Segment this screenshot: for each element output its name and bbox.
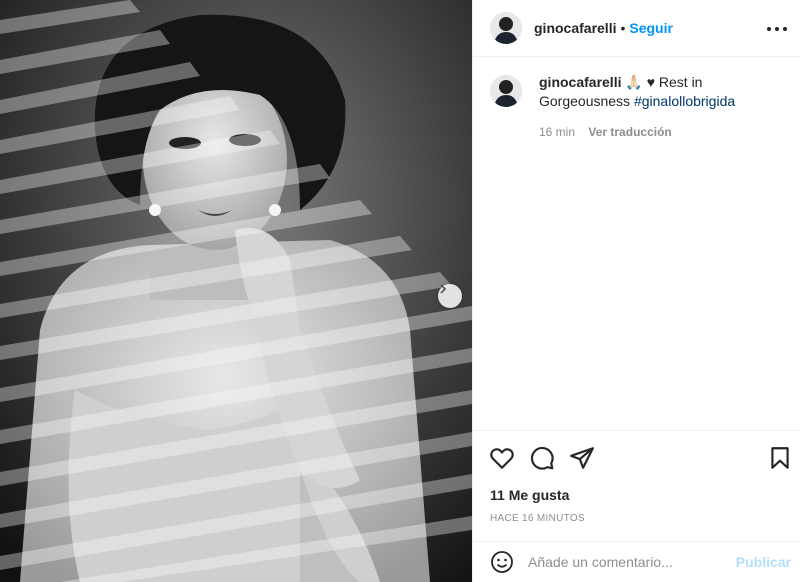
avatar-image [490,75,522,107]
chevron-right-icon [440,284,447,294]
comment-bar: Publicar [473,541,800,582]
share-icon[interactable] [569,445,595,471]
heart-icon[interactable] [489,445,515,471]
avatar[interactable] [490,12,522,44]
caption-age: 16 min [539,125,576,139]
post-header: ginocafarelli • Seguir [473,0,800,57]
post-actions [473,430,800,480]
comment-icon[interactable] [529,445,555,471]
follow-button[interactable]: Seguir [629,20,673,36]
likes-count[interactable]: 11 Me gusta [490,487,569,503]
post-photo[interactable] [0,0,472,582]
caption-hashtag[interactable]: #ginalollobrigida [634,93,735,109]
heart-emoji: ♥ [646,74,655,90]
caption-meta: 16 min Ver traducción [539,123,790,142]
publish-button[interactable]: Publicar [736,554,791,570]
emoji-icon[interactable] [490,550,514,574]
caption-username[interactable]: ginocafarelli [539,74,621,90]
post-side-panel: ginocafarelli • Seguir ginocafarelli 🙏🏻 … [472,0,800,582]
praying-hands-emoji: 🙏🏻 [625,74,643,90]
post-caption: ginocafarelli 🙏🏻 ♥ Rest in Gorgeousness … [490,73,790,142]
more-options-icon[interactable] [767,19,787,39]
caption-avatar[interactable] [490,75,522,107]
post-author-username[interactable]: ginocafarelli [534,20,616,36]
bookmark-icon[interactable] [767,445,793,471]
see-translation-link[interactable]: Ver traducción [588,125,671,139]
separator-dot: • [620,20,626,36]
post-timestamp: HACE 16 MINUTOS [490,513,585,524]
next-photo-button[interactable] [438,284,462,308]
avatar-image [490,12,522,44]
portrait-image [0,0,472,582]
comment-input[interactable] [528,554,738,570]
caption-body: ginocafarelli 🙏🏻 ♥ Rest in Gorgeousness … [539,73,790,142]
